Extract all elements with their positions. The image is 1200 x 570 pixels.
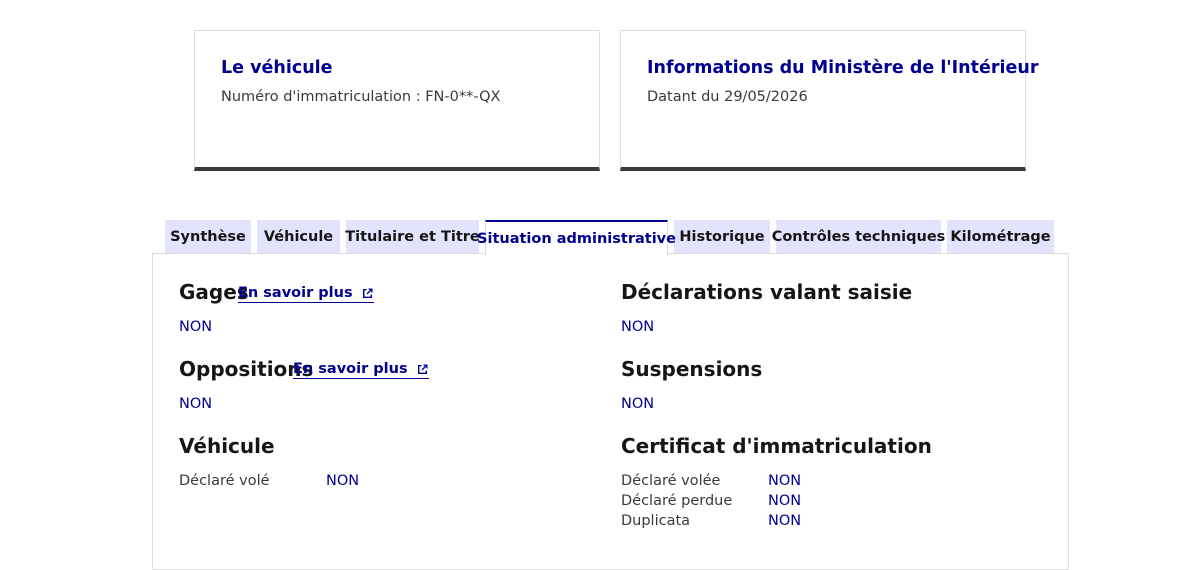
gages-more-link[interactable]: En savoir plus [238, 285, 374, 303]
tab-list: Synthèse Véhicule Titulaire et Titre Sit… [0, 220, 1200, 255]
vehicle-card: Le véhicule Numéro d'immatriculation : F… [194, 30, 600, 171]
oppositions-more-label: En savoir plus [293, 361, 408, 377]
declarations-heading: Déclarations valant saisie [621, 280, 913, 304]
declare-volee-value: NON [768, 473, 802, 489]
duplicata-value: NON [768, 513, 802, 529]
tab-controles-techniques[interactable]: Contrôles techniques [772, 220, 945, 254]
suspensions-value: NON [621, 396, 655, 412]
tab-vehicule[interactable]: Véhicule [257, 220, 340, 254]
tab-situation-administrative[interactable]: Situation administrative [477, 220, 676, 255]
suspensions-heading: Suspensions [621, 357, 763, 381]
declare-vole-label: Déclaré volé [179, 473, 270, 489]
certificat-heading: Certificat d'immatriculation [621, 434, 932, 458]
tab-kilometrage[interactable]: Kilométrage [947, 220, 1054, 254]
situation-panel: Gages En savoir plus NON Déclarations va… [152, 253, 1069, 570]
tab-historique[interactable]: Historique [674, 220, 770, 254]
vehicule-heading: Véhicule [179, 434, 275, 458]
tab-synthese[interactable]: Synthèse [165, 220, 251, 254]
declarations-value: NON [621, 319, 655, 335]
declare-perdue-value: NON [768, 493, 802, 509]
tab-titulaire-titre[interactable]: Titulaire et Titre [345, 220, 480, 254]
duplicata-label: Duplicata [621, 513, 691, 529]
external-link-icon [362, 287, 373, 298]
oppositions-more-link[interactable]: En savoir plus [293, 361, 429, 379]
declare-volee-label: Déclaré volée [621, 473, 721, 489]
vehicle-card-title: Le véhicule [221, 58, 333, 78]
external-link-icon [417, 363, 428, 374]
declare-perdue-label: Déclaré perdue [621, 493, 733, 509]
oppositions-value: NON [179, 396, 213, 412]
gages-value: NON [179, 319, 213, 335]
ministry-card: Informations du Ministère de l'Intérieur… [620, 30, 1038, 171]
ministry-date: Datant du 29/05/2026 [647, 89, 808, 105]
ministry-card-title: Informations du Ministère de l'Intérieur [647, 58, 1039, 78]
registration-number: Numéro d'immatriculation : FN-0**-QX [221, 89, 501, 105]
declare-vole-value: NON [326, 473, 360, 489]
gages-more-label: En savoir plus [238, 285, 353, 301]
